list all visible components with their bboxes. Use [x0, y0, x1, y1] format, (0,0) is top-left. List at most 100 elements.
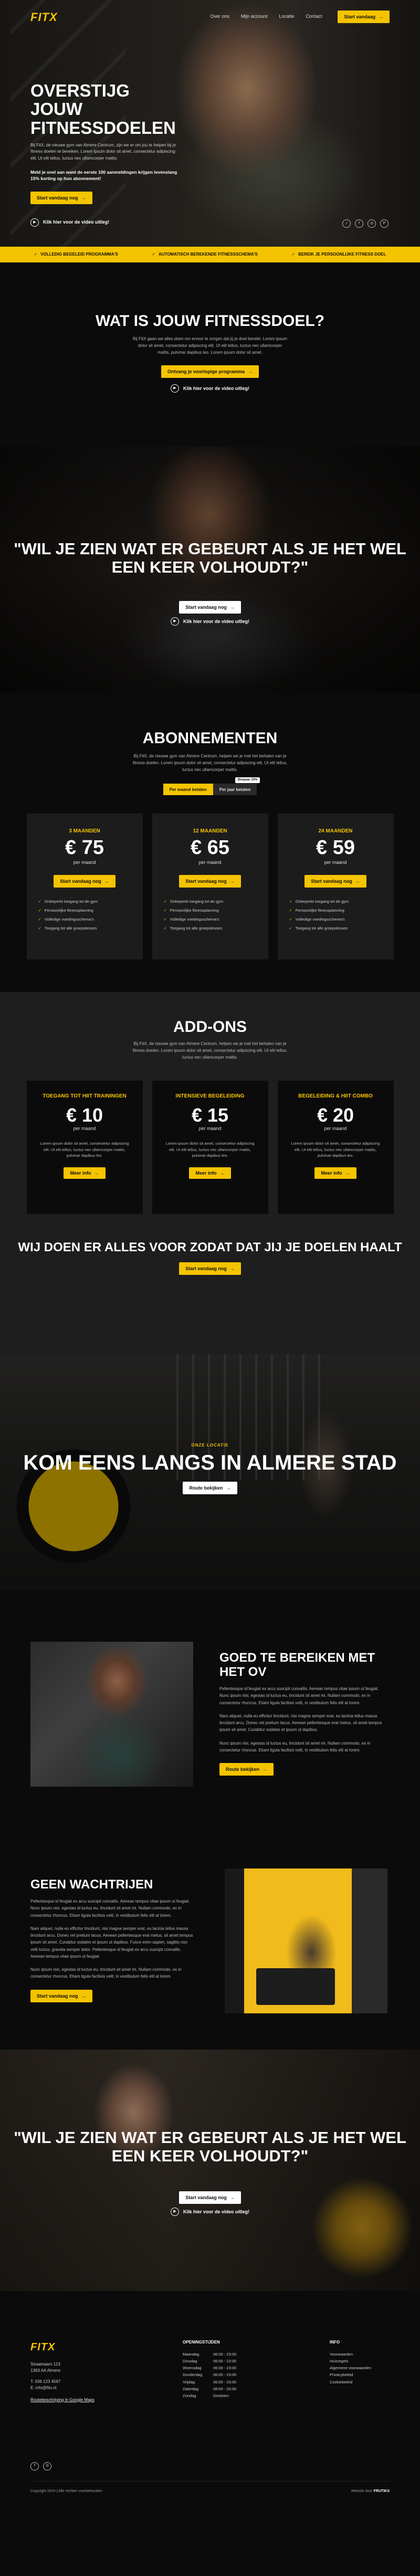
addon-info-button[interactable]: Meer info → [189, 1167, 231, 1179]
credit[interactable]: Website door FRUTIKS [351, 2489, 390, 2495]
footer-email[interactable]: E: info@fitx.nl [30, 2385, 183, 2391]
facebook-icon[interactable]: f [30, 2462, 39, 2471]
plan-feature: ✓ Toegang tot alle groepslessen [289, 926, 348, 931]
toggle-yearly[interactable]: Per jaar betalen [213, 784, 257, 796]
play-icon: ▶ [30, 218, 39, 227]
plan-cta-button[interactable]: Start vandaag nog → [179, 874, 241, 888]
arrow-right-icon: → [94, 1170, 99, 1176]
nav-item-contact[interactable]: Contact [306, 13, 322, 20]
queue-title: Geen wachtrijen [30, 1877, 153, 1892]
fitx-logo[interactable]: FITX [30, 2339, 183, 2355]
addon-description: Lorem ipsum dolor sit amet, consectetur … [165, 1141, 255, 1158]
hours-row: Zondag Gesloten [183, 2393, 229, 2398]
ov-section: Goed te bereiken met het OV Pellentesque… [0, 1590, 420, 1827]
ov-route-button[interactable]: Route bekijken → [219, 1763, 274, 1776]
queue-content: Geen wachtrijen Pellentesque id feugiat … [30, 1877, 193, 2002]
plan-cta-button[interactable]: Start vandaag nog → [54, 874, 116, 888]
goal-video-link[interactable]: ▶ Klik hier voor de video uitleg! [170, 384, 249, 393]
footer-contact: FITX Straatnaam 123 1363 AA Almere T: 03… [30, 2339, 183, 2471]
goal-cta-button[interactable]: Ontvang je voorlopige programma → [161, 365, 259, 378]
plan-feature: ✓ Volledige voedingsschema's [38, 916, 94, 922]
fitx-logo[interactable]: FITX [30, 8, 58, 26]
yellow-gym-image [225, 1868, 387, 2013]
footer-route-link[interactable]: Routebeschrijving in Google Maps [30, 2397, 183, 2403]
arrow-right-icon: → [355, 878, 360, 884]
hours-row: Maandag 06:00 - 23:00 [183, 2352, 237, 2357]
arrow-right-icon: → [248, 369, 253, 375]
plan-feature: ✓ Toegang tot alle groepslessen [38, 926, 97, 931]
plan-period: per maand [198, 860, 222, 865]
arrow-right-icon: → [229, 878, 235, 884]
addon-info-button[interactable]: Meer info → [64, 1167, 106, 1179]
nav-item-locatie[interactable]: Locatie [279, 13, 294, 20]
check-icon: ✓ [34, 252, 38, 257]
arrow-right-icon: → [229, 605, 235, 610]
footer-info-link[interactable]: Huisregels [330, 2358, 371, 2364]
plan-period: per maand [324, 860, 347, 865]
footer-phone[interactable]: T: 036 123 4567 [30, 2379, 183, 2385]
quote-cta-button[interactable]: Start vandaag nog → [179, 601, 241, 614]
addons-cta-button[interactable]: Start vandaag nog → [179, 1262, 241, 1275]
plan-price: € 65 [191, 837, 229, 859]
addon-card: Toegang tot hiit trainingen € 10 per maa… [26, 1081, 143, 1215]
plan-features: ✓ Onbeperkt toegang tot de gym ✓ Persoonli… [164, 899, 257, 932]
addon-info-button[interactable]: Meer info → [314, 1167, 356, 1179]
addon-period: per maand [73, 1125, 96, 1131]
addon-period: per maand [324, 1125, 347, 1131]
addon-label: Begeleiding & hiit combo [298, 1093, 373, 1100]
nav-cta-button[interactable]: Start vandaag → [338, 10, 390, 23]
facebook-icon[interactable]: f [355, 219, 363, 228]
nav-item-over-ons[interactable]: Over ons [210, 13, 229, 20]
plan-features: ✓ Onbeperkt toegang tot de gym ✓ Persoonli… [289, 899, 382, 932]
addons-title: Add-ons [173, 1018, 247, 1036]
hours-row: Donderdag 06:00 - 23:00 [183, 2372, 237, 2378]
arrow-right-icon: → [345, 1170, 350, 1176]
addons-cta-title: Wij doen er alles voor zodat dat jij je … [18, 1240, 402, 1255]
quote-video-link[interactable]: ▶ Klik hier voor de video uitleg! [170, 617, 249, 626]
check-icon: ✓ [163, 926, 167, 931]
route-button[interactable]: Route bekijken → [183, 1481, 237, 1494]
check-icon: ✓ [289, 907, 292, 913]
footer-hours-title: Openingstijden [183, 2340, 220, 2345]
footer-bottom-bar: Copyright 2024 | Alle rechten voorbehoud… [30, 2480, 390, 2495]
hero-video-link[interactable]: ▶ Klik hier voor de video uitleg! [30, 218, 109, 227]
addon-card: Intensieve begeleiding € 15 per maand Lo… [152, 1081, 268, 1215]
pinterest-icon[interactable]: P [380, 219, 388, 228]
check-icon: ✓ [163, 899, 167, 904]
subscriptions-text: Bij FitX, de nieuwe gym van Almere Centr… [132, 754, 288, 772]
nav-item-mijn-account[interactable]: Mijn account [241, 13, 268, 20]
arrow-right-icon: → [226, 1485, 231, 1491]
footer-info: Info Voorwaarden Huisregels Algemene voo… [330, 2339, 371, 2471]
toggle-monthly[interactable]: Per maand betalen [163, 784, 213, 796]
goal-text: Bij FitX gaan we alles doen om ervoor te… [133, 336, 287, 355]
instagram-icon[interactable]: ◎ [368, 219, 376, 228]
quote-cta-label: Start vandaag nog [185, 605, 227, 610]
addon-price: € 20 [317, 1104, 354, 1126]
usp-ticker: ✓ Volledig begeleid programma's ✓ Automati… [0, 247, 420, 262]
tiktok-icon[interactable]: ♪ [342, 219, 351, 228]
quote-text: "Wil je zien wat er gebeurt als je het w… [14, 540, 406, 577]
plan-cta-button[interactable]: Start vandaag nog → [304, 874, 366, 888]
quote-text: "Wil je zien wat er gebeurt als je het w… [14, 2128, 406, 2166]
footer-info-link[interactable]: Voorwaarden [330, 2351, 371, 2358]
arrow-right-icon: → [81, 195, 86, 200]
plan-card: 3 maanden € 75 per maand Start vandaag n… [26, 814, 143, 960]
plan-card: 24 maanden € 59 per maand Start vandaag … [277, 814, 394, 960]
footer-info-link[interactable]: Algemene voorwaarden [330, 2364, 371, 2371]
hours-row: Vrijdag 06:00 - 23:00 [183, 2379, 237, 2384]
nav-links: Over ons Mijn account Locatie Contact [210, 13, 322, 20]
hero-cta-button[interactable]: Start vandaag nog → [30, 191, 92, 204]
footer-info-link[interactable]: Privacybeleid [330, 2371, 371, 2378]
play-icon: ▶ [170, 617, 179, 626]
addon-price: € 15 [191, 1104, 229, 1126]
quote-video-link[interactable]: ▶ Klik hier voor de video uitleg! [170, 2208, 249, 2216]
instagram-icon[interactable]: ◎ [43, 2462, 51, 2471]
quote-section-2: "Wil je zien wat er gebeurt als je het w… [0, 2050, 420, 2291]
quote-cta-button[interactable]: Start vandaag nog → [179, 2191, 241, 2204]
footer-info-link[interactable]: Cookiebeleid [330, 2379, 371, 2385]
check-icon: ✓ [38, 916, 41, 922]
ticker-item: ✓ Volledig begeleid programma's [34, 252, 118, 257]
subscriptions-title: Abonnementen [142, 730, 278, 747]
queue-cta-button[interactable]: Start vandaag nog → [30, 1989, 92, 2002]
ticker-item: ✓ Bereik je persoonlijke fitness doel [291, 252, 386, 257]
